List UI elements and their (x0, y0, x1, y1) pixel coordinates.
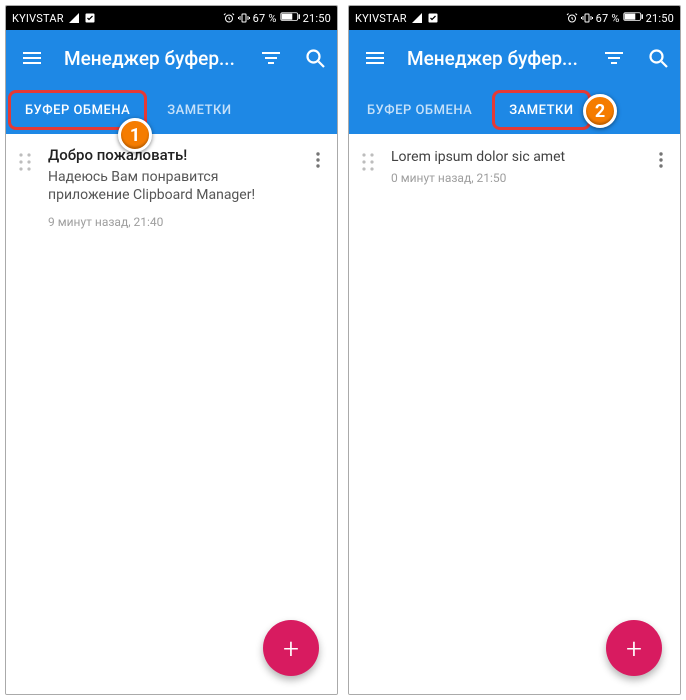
more-icon[interactable] (652, 146, 670, 168)
search-icon[interactable] (646, 46, 670, 70)
battery-percent: 67 % (253, 12, 277, 25)
tab-bar: БУФЕР ОБМЕНА ЗАМЕТКИ 1 (6, 86, 337, 134)
signal-icon (411, 12, 423, 24)
item-timestamp: 0 минут назад, 21:50 (391, 171, 638, 185)
sort-icon[interactable] (259, 46, 283, 70)
drag-handle-icon[interactable] (359, 146, 377, 172)
search-icon[interactable] (303, 46, 327, 70)
vibrate-icon (238, 12, 250, 24)
carrier-label: KYIVSTAR (12, 12, 64, 25)
item-text: Надеюсь Вам понравится приложение Clipbo… (48, 168, 295, 206)
vibrate-icon (581, 12, 593, 24)
app-bar: Менеджер буфер... (6, 30, 337, 86)
sort-icon[interactable] (602, 46, 626, 70)
list-item[interactable]: Добро пожаловать! Надеюсь Вам понравится… (6, 134, 337, 239)
item-timestamp: 9 минут назад, 21:40 (48, 215, 295, 229)
fab-add-button[interactable]: + (606, 620, 662, 676)
battery-icon (280, 12, 300, 24)
screenshot-right: KYIVSTAR 67 % 21:50 Менеджер б (348, 5, 681, 695)
tab-clipboard[interactable]: БУФЕР ОБМЕНА (349, 86, 490, 134)
tab-notes[interactable]: ЗАМЕТКИ (149, 86, 249, 134)
app-title: Менеджер буфер... (407, 47, 582, 70)
item-title: Lorem ipsum dolor sic amet (391, 148, 638, 167)
item-title: Добро пожаловать! (48, 146, 295, 166)
app-bar: Менеджер буфер... (349, 30, 680, 86)
battery-icon (623, 12, 643, 24)
tab-bar: БУФЕР ОБМЕНА ЗАМЕТКИ 2 (349, 86, 680, 134)
callout-badge: 1 (118, 118, 152, 152)
fab-add-button[interactable]: + (263, 620, 319, 676)
callout-badge: 2 (583, 94, 617, 128)
carrier-label: KYIVSTAR (355, 12, 407, 25)
content-area: Добро пожаловать! Надеюсь Вам понравится… (6, 134, 337, 694)
tab-notes[interactable]: ЗАМЕТКИ (492, 90, 590, 130)
menu-icon[interactable] (363, 46, 387, 70)
clock-label: 21:50 (646, 12, 674, 25)
screenshot-left: KYIVSTAR 67 % 21:50 Менеджер б (5, 5, 338, 695)
alarm-icon (223, 12, 235, 24)
clock-label: 21:50 (303, 12, 331, 25)
checkbox-icon (84, 12, 96, 24)
status-bar: KYIVSTAR 67 % 21:50 (349, 6, 680, 30)
battery-percent: 67 % (596, 12, 620, 25)
checkbox-icon (427, 12, 439, 24)
signal-icon (68, 12, 80, 24)
alarm-icon (566, 12, 578, 24)
drag-handle-icon[interactable] (16, 146, 34, 172)
app-title: Менеджер буфер... (64, 47, 239, 70)
list-item[interactable]: Lorem ipsum dolor sic amet 0 минут назад… (349, 134, 680, 195)
more-icon[interactable] (309, 146, 327, 168)
status-bar: KYIVSTAR 67 % 21:50 (6, 6, 337, 30)
menu-icon[interactable] (20, 46, 44, 70)
content-area: Lorem ipsum dolor sic amet 0 минут назад… (349, 134, 680, 694)
